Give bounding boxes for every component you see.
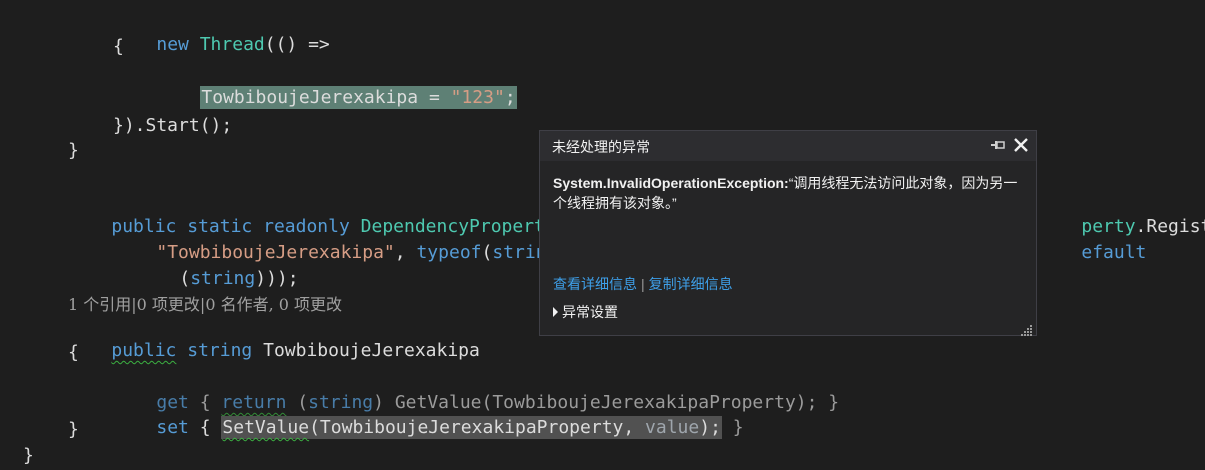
codelens-references[interactable]: 1 个引用|0 项更改|0 名作者, 0 项更改	[68, 293, 342, 317]
popup-title: 未经处理的异常	[552, 139, 650, 155]
code-line: "TowbiboujeJerexakipa", typeof(string)	[113, 217, 568, 263]
brace: {	[188, 417, 222, 438]
code-line: get { return (string) GetValue(Towbibouj…	[113, 367, 839, 413]
code-line: }	[23, 445, 34, 466]
code-line: }).Start();	[113, 115, 233, 136]
code-editor[interactable]: new Thread(() => { TowbiboujeJerexakipa …	[0, 0, 1205, 470]
exception-type: System.InvalidOperationException:	[553, 175, 789, 191]
code-text: (() =>	[264, 34, 330, 55]
code-line: new Thread(() =>	[113, 9, 329, 55]
pin-icon[interactable]	[990, 137, 1006, 153]
code-line: }	[68, 140, 79, 161]
brace: }	[817, 392, 840, 413]
code-text: (TowbiboujeJerexakipaProperty,	[309, 417, 646, 438]
popup-header: 未经处理的异常	[540, 131, 1036, 161]
keyword: public	[111, 340, 177, 361]
exception-helper-popup: 未经处理的异常 System.InvalidOperationException…	[539, 130, 1037, 336]
keyword-fragment: efault	[1081, 242, 1147, 263]
exception-message: System.InvalidOperationException:“调用线程无法…	[553, 173, 1023, 213]
highlighted-statement: TowbiboujeJerexakipa = "123";	[200, 86, 517, 109]
exception-settings-label: 异常设置	[562, 304, 618, 320]
keyword: string	[187, 340, 253, 361]
string-literal: "123"	[450, 87, 505, 108]
code-line: }	[68, 419, 79, 440]
code-line: (string)));	[136, 243, 298, 289]
code-line-tail: perty.Register(	[1038, 191, 1205, 237]
comma: ,	[394, 242, 417, 263]
current-statement-highlight: SetValue(TowbiboujeJerexakipaProperty, v…	[221, 416, 722, 439]
resize-grip-icon[interactable]	[1021, 320, 1033, 336]
parameter: value	[645, 417, 700, 438]
view-details-link[interactable]: 查看详细信息	[553, 276, 637, 292]
popup-links: 查看详细信息 | 复制详细信息	[553, 274, 733, 294]
brace: }	[721, 417, 744, 438]
paren: (	[179, 268, 191, 289]
keyword: typeof	[416, 242, 482, 263]
keyword: set	[156, 417, 189, 438]
paren: (	[481, 242, 493, 263]
exception-settings-expander[interactable]: 异常设置	[553, 302, 618, 322]
code-line: public string TowbiboujeJerexakipa	[68, 315, 480, 361]
code-line: {	[113, 36, 124, 57]
operator: =	[418, 87, 451, 108]
code-text: )));	[255, 268, 299, 289]
code-line: {	[68, 342, 79, 363]
code-text: );	[699, 417, 721, 438]
method-call: SetValue	[222, 417, 310, 438]
property-name: TowbiboujeJerexakipa	[263, 340, 480, 361]
close-icon[interactable]	[1012, 136, 1030, 154]
keyword: string	[190, 268, 256, 289]
code-line-tail: efault	[1038, 217, 1146, 263]
code-line: TowbiboujeJerexakipa = "123";	[157, 62, 517, 109]
link-separator: |	[641, 276, 645, 292]
semicolon: ;	[504, 87, 516, 108]
code-line: set { SetValue(TowbiboujeJerexakipaPrope…	[113, 392, 744, 439]
chevron-right-icon	[553, 307, 558, 317]
code-line: public static readonly DependencyPropert…	[68, 191, 555, 237]
type-name: Thread	[199, 34, 265, 55]
field-name: TowbiboujeJerexakipa	[201, 87, 419, 108]
keyword: new	[156, 34, 189, 55]
copy-details-link[interactable]: 复制详细信息	[649, 276, 733, 292]
